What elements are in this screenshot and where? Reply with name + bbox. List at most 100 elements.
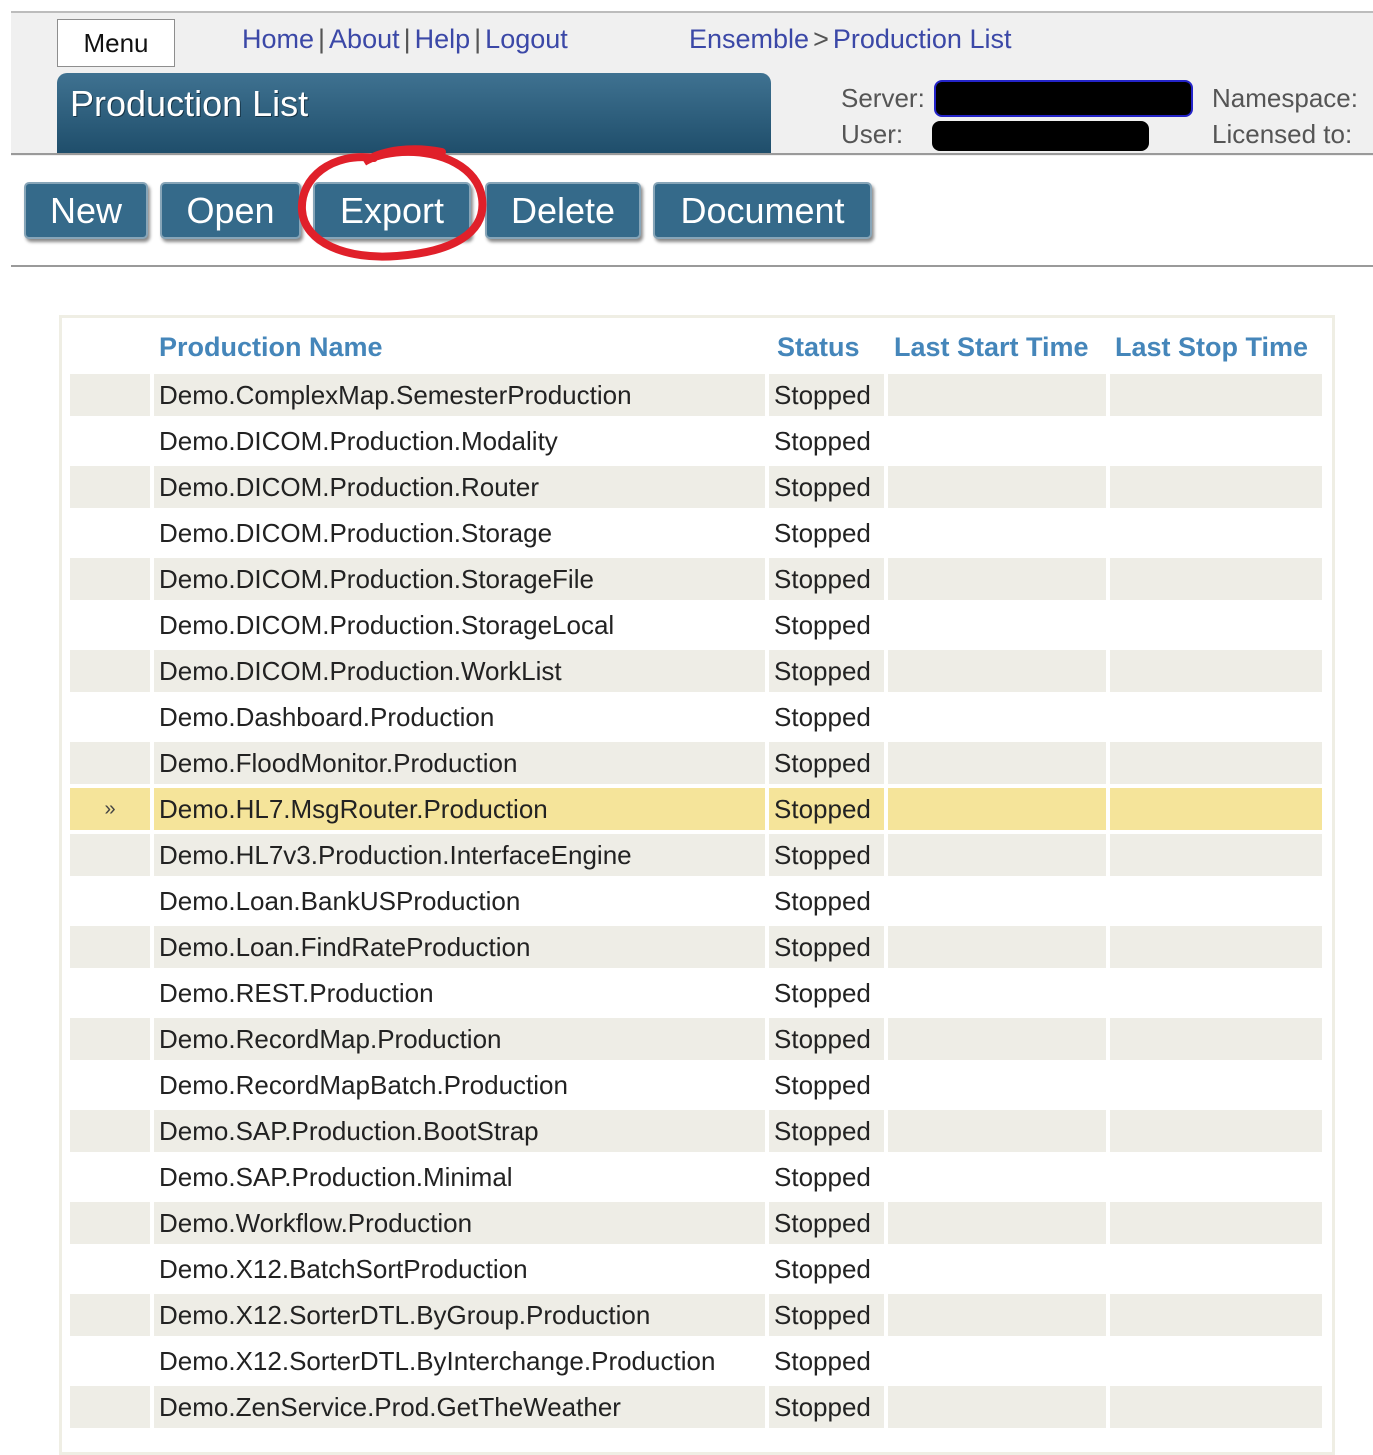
last-start-time-cell xyxy=(888,650,1106,692)
link-separator: | xyxy=(474,24,482,54)
status-cell: Stopped xyxy=(769,558,884,600)
production-name-cell: Demo.X12.SorterDTL.ByInterchange.Product… xyxy=(159,1345,716,1376)
table-row[interactable]: Demo.Dashboard.Production Stopped xyxy=(70,696,1322,738)
column-header-status[interactable]: Status xyxy=(777,332,860,363)
last-stop-time-cell xyxy=(1110,1110,1322,1152)
last-start-time-cell xyxy=(888,466,1106,508)
selected-row-marker: » xyxy=(104,797,116,820)
about-link[interactable]: About xyxy=(329,24,400,54)
last-stop-time-cell xyxy=(1110,1202,1322,1244)
row-pointer-cell xyxy=(70,374,150,416)
link-separator: | xyxy=(318,24,326,54)
status-cell: Stopped xyxy=(774,977,871,1008)
table-row[interactable]: Demo.X12.SorterDTL.ByInterchange.Product… xyxy=(70,1340,1322,1382)
table-row[interactable]: Demo.DICOM.Production.WorkList Stopped xyxy=(70,650,1322,692)
row-pointer-cell xyxy=(70,512,150,554)
column-header-last-stop-time[interactable]: Last Stop Time xyxy=(1115,332,1308,363)
last-start-time-cell xyxy=(888,742,1106,784)
licensed-to-label: Licensed to: xyxy=(1212,119,1353,149)
production-name-cell: Demo.HL7v3.Production.InterfaceEngine xyxy=(154,834,765,876)
user-value-redacted xyxy=(932,121,1149,151)
page-title: Production List xyxy=(70,83,309,124)
last-start-time-cell xyxy=(888,972,1106,1014)
table-row[interactable]: Demo.ZenService.Prod.GetTheWeather Stoppe… xyxy=(70,1386,1322,1428)
last-start-time-cell xyxy=(888,558,1106,600)
last-start-time-cell xyxy=(888,420,1106,462)
breadcrumb-ensemble[interactable]: Ensemble xyxy=(689,24,809,54)
row-pointer-cell xyxy=(70,1064,150,1106)
namespace-label: Namespace: xyxy=(1212,83,1358,113)
status-cell: Stopped xyxy=(769,1294,884,1336)
status-cell: Stopped xyxy=(769,374,884,416)
table-row[interactable]: Demo.X12.SorterDTL.ByGroup.Production Sto… xyxy=(70,1294,1322,1336)
last-start-time-cell xyxy=(888,1386,1106,1428)
table-row[interactable]: Demo.Loan.FindRateProduction Stopped xyxy=(70,926,1322,968)
last-start-time-cell xyxy=(888,512,1106,554)
production-name-cell: Demo.HL7.MsgRouter.Production xyxy=(154,788,765,830)
open-button[interactable]: Open xyxy=(160,182,301,239)
table-row[interactable]: Demo.Loan.BankUSProduction Stopped xyxy=(70,880,1322,922)
breadcrumb-production-list[interactable]: Production List xyxy=(833,24,1012,54)
status-cell: Stopped xyxy=(769,1110,884,1152)
table-row[interactable]: Demo.DICOM.Production.StorageLocal Stoppe… xyxy=(70,604,1322,646)
status-cell: Stopped xyxy=(769,1386,884,1428)
row-pointer-cell xyxy=(70,1110,150,1152)
last-stop-time-cell xyxy=(1110,1156,1322,1198)
production-name-cell: Demo.Workflow.Production xyxy=(154,1202,765,1244)
status-cell: Stopped xyxy=(769,742,884,784)
breadcrumb-separator: > xyxy=(813,24,829,54)
column-header-production-name[interactable]: Production Name xyxy=(159,332,383,363)
table-row[interactable]: Demo.DICOM.Production.Modality Stopped xyxy=(70,420,1322,462)
production-name-cell: Demo.X12.BatchSortProduction xyxy=(159,1253,528,1284)
table-row[interactable]: Demo.REST.Production Stopped xyxy=(70,972,1322,1014)
table-row[interactable]: Demo.DICOM.Production.StorageFile Stopped xyxy=(70,558,1322,600)
status-cell: Stopped xyxy=(769,788,884,830)
table-row[interactable]: Demo.Workflow.Production Stopped xyxy=(70,1202,1322,1244)
last-stop-time-cell xyxy=(1110,466,1322,508)
delete-button[interactable]: Delete xyxy=(485,182,641,239)
last-stop-time-cell xyxy=(1110,558,1322,600)
home-link[interactable]: Home xyxy=(242,24,314,54)
menu-button[interactable]: Menu xyxy=(57,19,175,67)
table-row[interactable]: Demo.SAP.Production.Minimal Stopped xyxy=(70,1156,1322,1198)
document-button[interactable]: Document xyxy=(653,182,872,239)
last-start-time-cell xyxy=(888,1064,1106,1106)
table-row[interactable]: Demo.RecordMapBatch.Production Stopped xyxy=(70,1064,1322,1106)
last-start-time-cell xyxy=(888,1340,1106,1382)
status-cell: Stopped xyxy=(774,1069,871,1100)
help-link[interactable]: Help xyxy=(415,24,471,54)
status-cell: Stopped xyxy=(774,1345,871,1376)
table-row[interactable]: » Demo.HL7.MsgRouter.Production Stopped xyxy=(70,788,1322,830)
table-row[interactable]: Demo.ComplexMap.SemesterProduction Stoppe… xyxy=(70,374,1322,416)
last-stop-time-cell xyxy=(1110,1064,1322,1106)
status-cell: Stopped xyxy=(769,650,884,692)
logout-link[interactable]: Logout xyxy=(485,24,568,54)
row-pointer-cell xyxy=(70,1202,150,1244)
row-pointer-cell xyxy=(70,1294,150,1336)
production-name-cell: Demo.RecordMap.Production xyxy=(154,1018,765,1060)
column-header-last-start-time[interactable]: Last Start Time xyxy=(894,332,1089,363)
table-row[interactable]: Demo.DICOM.Production.Storage Stopped xyxy=(70,512,1322,554)
production-name-cell: Demo.DICOM.Production.WorkList xyxy=(154,650,765,692)
last-stop-time-cell xyxy=(1110,1018,1322,1060)
status-cell: Stopped xyxy=(769,1018,884,1060)
row-pointer-cell xyxy=(70,420,150,462)
toolbar-divider xyxy=(11,265,1373,267)
table-row[interactable]: Demo.DICOM.Production.Router Stopped xyxy=(70,466,1322,508)
production-name-cell: Demo.DICOM.Production.StorageLocal xyxy=(159,609,615,640)
table-row[interactable]: Demo.FloodMonitor.Production Stopped xyxy=(70,742,1322,784)
new-button[interactable]: New xyxy=(24,182,148,239)
export-button[interactable]: Export xyxy=(313,182,471,239)
table-row[interactable]: Demo.SAP.Production.BootStrap Stopped xyxy=(70,1110,1322,1152)
table-row[interactable]: Demo.HL7v3.Production.InterfaceEngine Sto… xyxy=(70,834,1322,876)
link-separator: | xyxy=(403,24,411,54)
table-row[interactable]: Demo.X12.BatchSortProduction Stopped xyxy=(70,1248,1322,1290)
table-row[interactable]: Demo.RecordMap.Production Stopped xyxy=(70,1018,1322,1060)
last-stop-time-cell xyxy=(1110,1340,1322,1382)
row-pointer-cell xyxy=(70,1156,150,1198)
last-stop-time-cell xyxy=(1110,374,1322,416)
last-start-time-cell xyxy=(888,1110,1106,1152)
breadcrumb: Ensemble > Production List xyxy=(689,24,1011,55)
production-name-cell: Demo.X12.SorterDTL.ByGroup.Production xyxy=(154,1294,765,1336)
row-pointer-cell xyxy=(70,604,150,646)
